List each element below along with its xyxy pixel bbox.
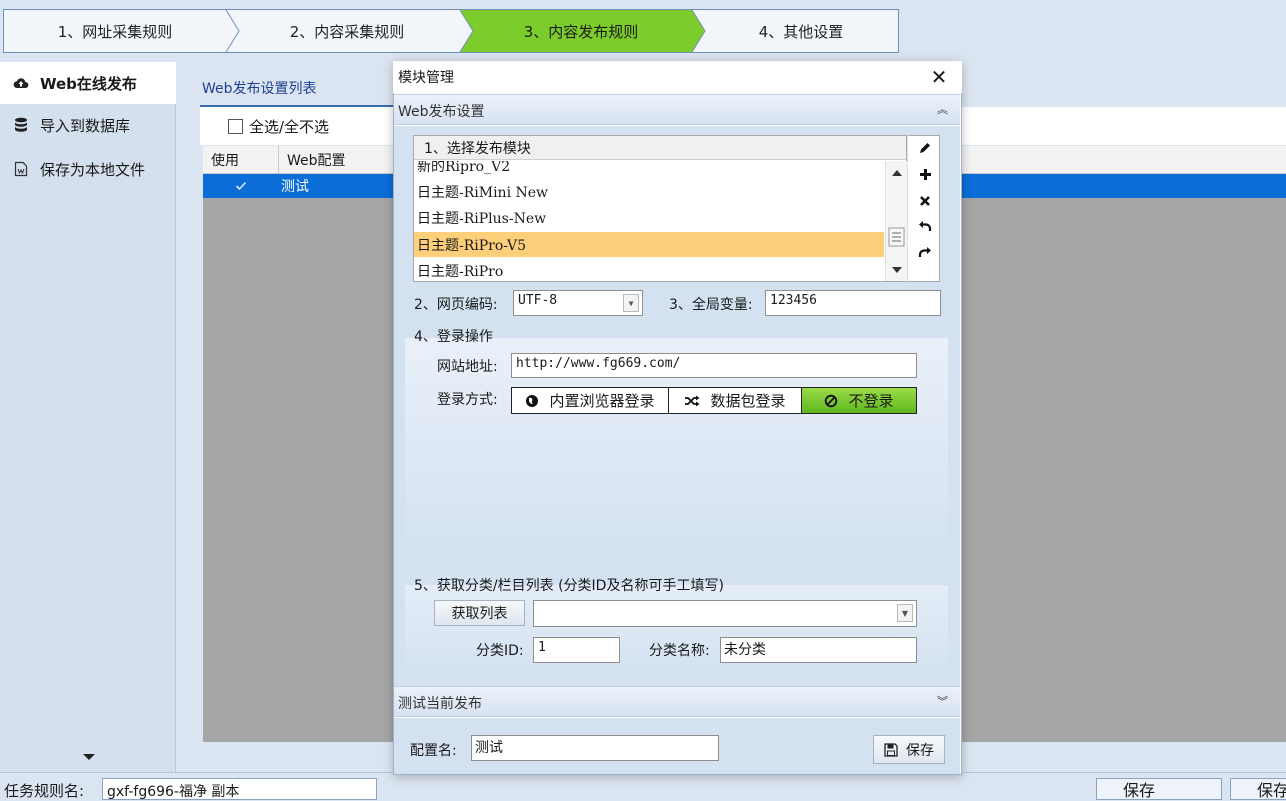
sidebar: Web在线发布 导入到数据库 保存为本地文件: [0, 62, 176, 772]
sidebar-item-label: 导入到数据库: [40, 116, 131, 135]
task-name-input[interactable]: gxf-fg696-福净 副本: [102, 778, 377, 800]
column-header-use[interactable]: 使用: [203, 146, 279, 174]
list-item[interactable]: 日主题-RiMini New: [414, 179, 884, 204]
category-id-label: 分类ID:: [476, 643, 524, 659]
login-mode-browser-label: 内置浏览器登录: [549, 392, 655, 410]
undo-icon[interactable]: [916, 217, 934, 235]
sidebar-item-import-db[interactable]: 导入到数据库: [0, 104, 176, 146]
task-name-label: 任务规则名:: [4, 782, 85, 800]
module-list-header: 1、选择发布模块: [414, 136, 906, 160]
step-tabs: 1、网址采集规则 2、内容采集规则 3、内容发布规则 4、其他设置: [3, 9, 899, 53]
row-use-checkbox[interactable]: [203, 174, 279, 198]
global-var-input[interactable]: 123456: [765, 290, 941, 316]
login-mode-toggle: 内置浏览器登录 数据包登录 不登录: [511, 387, 917, 414]
row-config-name: 测试: [281, 179, 309, 195]
section-test-publish-header[interactable]: 测试当前发布 ︾: [394, 686, 960, 717]
fetch-list-button[interactable]: 获取列表: [434, 600, 525, 626]
scrollbar-graphics: [888, 170, 905, 273]
login-mode-label: 登录方式:: [437, 392, 498, 408]
sidebar-item-label: 保存为本地文件: [40, 160, 146, 179]
category-section-label: 5、获取分类/栏目列表 (分类ID及名称可手工填写): [414, 578, 724, 594]
save-as-button-label: 保存: [1257, 781, 1286, 800]
redo-icon[interactable]: [916, 243, 934, 261]
site-url-label: 网站地址:: [437, 359, 498, 375]
list-item[interactable]: 日主题-RiPro: [414, 258, 884, 281]
floppy-icon: [884, 742, 898, 757]
encoding-label: 2、网页编码:: [414, 297, 498, 313]
chevron-down-icon[interactable]: ▼: [897, 604, 913, 622]
login-mode-packet[interactable]: 数据包登录: [669, 388, 802, 413]
column-header-web-config[interactable]: Web配置: [279, 146, 394, 174]
delete-icon[interactable]: [916, 192, 934, 210]
sidebar-item-save-local[interactable]: 保存为本地文件: [0, 148, 176, 190]
save-as-button[interactable]: 保存: [1230, 778, 1286, 800]
save-button-label: 保存: [1123, 781, 1156, 800]
chevron-down-icon[interactable]: [80, 752, 98, 762]
list-item[interactable]: 新的Ripro_V2: [414, 161, 884, 178]
login-mode-browser[interactable]: 内置浏览器登录: [512, 388, 669, 413]
module-list-scrollbar[interactable]: [885, 161, 907, 281]
ban-icon: [824, 394, 838, 408]
step-tab-publish-rules[interactable]: 3、内容发布规则: [470, 10, 692, 52]
login-mode-none-label: 不登录: [848, 392, 894, 410]
step-tab-other-settings[interactable]: 4、其他设置: [702, 10, 900, 52]
close-icon[interactable]: ✕: [926, 64, 952, 90]
category-id-input[interactable]: 1: [533, 637, 620, 663]
tab-web-publish-list[interactable]: Web发布设置列表: [200, 72, 395, 107]
select-all-checkbox[interactable]: 全选/全不选: [228, 116, 329, 137]
encoding-value: UTF-8: [518, 293, 558, 308]
config-name-input[interactable]: 测试: [471, 735, 719, 761]
section-title: 测试当前发布: [398, 696, 482, 712]
save-button[interactable]: 保存: [1096, 778, 1222, 800]
category-name-input[interactable]: 未分类: [720, 637, 917, 663]
list-item[interactable]: 日主题-RiPlus-New: [414, 205, 884, 230]
config-name-label: 配置名:: [410, 743, 457, 759]
step-tab-url-rules[interactable]: 1、网址采集规则: [4, 10, 226, 52]
shuffle-icon: [684, 395, 700, 407]
chevron-up-icon[interactable]: ︽: [937, 101, 948, 117]
sidebar-item-label: Web在线发布: [40, 74, 137, 93]
section-web-publish-header[interactable]: Web发布设置 ︽: [394, 94, 960, 125]
file-icon: [12, 160, 30, 178]
database-icon: [12, 116, 30, 134]
step-tab-content-rules[interactable]: 2、内容采集规则: [236, 10, 458, 52]
edit-icon[interactable]: [916, 139, 934, 157]
globe-icon: [525, 394, 539, 408]
category-select[interactable]: ▼: [533, 600, 917, 627]
global-var-label: 3、全局变量:: [669, 297, 753, 313]
list-item-selected[interactable]: 日主题-RiPro-V5: [414, 232, 884, 257]
chevron-down-icon[interactable]: ︾: [937, 693, 948, 709]
section-title: Web发布设置: [398, 104, 485, 120]
dialog-save-button[interactable]: 保存: [873, 735, 945, 764]
category-name-label: 分类名称:: [649, 643, 710, 659]
login-mode-packet-label: 数据包登录: [710, 392, 786, 410]
site-url-input[interactable]: http://www.fg669.com/: [511, 353, 917, 378]
module-list-viewport: 新的Ripro_V2 日主题-RiMini New 日主题-RiPlus-New…: [414, 161, 884, 281]
add-icon[interactable]: [916, 165, 934, 183]
select-all-label: 全选/全不选: [249, 118, 330, 136]
login-section-label: 4、登录操作: [414, 329, 493, 345]
check-icon: [235, 181, 247, 191]
dialog-title: 模块管理: [393, 61, 962, 93]
dialog-save-label: 保存: [906, 742, 934, 759]
checkbox-box: [228, 119, 243, 134]
encoding-select[interactable]: UTF-8 ▼: [513, 290, 643, 316]
chevron-down-icon[interactable]: ▼: [623, 294, 639, 312]
login-mode-none[interactable]: 不登录: [802, 388, 916, 413]
sidebar-item-web-publish[interactable]: Web在线发布: [0, 62, 176, 104]
cloud-upload-icon: [12, 74, 30, 92]
